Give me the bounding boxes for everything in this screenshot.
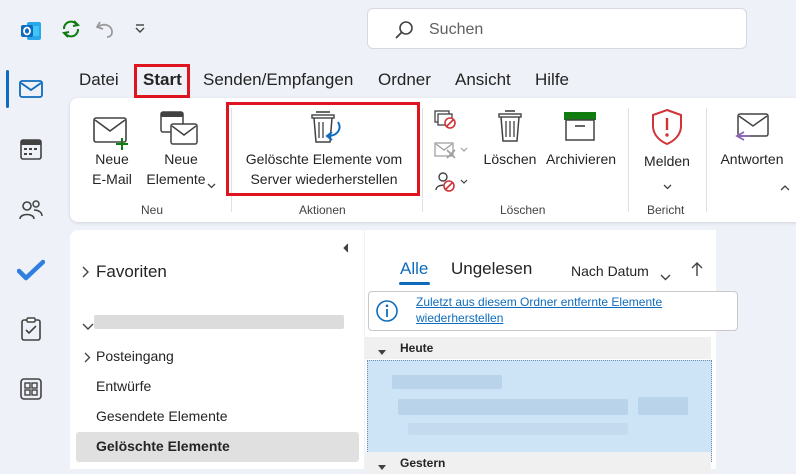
- archive-label: Archivieren: [545, 151, 617, 167]
- tab-senden-empfangen[interactable]: Senden/Empfangen: [203, 70, 353, 90]
- undo-icon[interactable]: [92, 16, 118, 42]
- tasks-clipboard-icon[interactable]: [14, 312, 48, 346]
- junk-icon[interactable]: [433, 170, 469, 197]
- chevron-down-icon: [377, 345, 387, 359]
- chevron-down-icon: [660, 268, 671, 286]
- favorites-label: Favoriten: [96, 262, 167, 281]
- selected-message-item[interactable]: [367, 360, 712, 462]
- reply-button[interactable]: Antworten: [714, 108, 790, 172]
- apps-icon[interactable]: [14, 372, 48, 406]
- folder-label: Gelöschte Elemente: [96, 438, 230, 454]
- folder-label: Posteingang: [96, 348, 174, 364]
- folder-item-entwuerfe[interactable]: Entwürfe: [96, 378, 151, 394]
- customize-qat-icon[interactable]: [127, 16, 153, 42]
- mail-icon[interactable]: [14, 72, 48, 106]
- filter-unread-tab[interactable]: Ungelesen: [451, 259, 532, 279]
- chevron-down-icon: [207, 176, 216, 194]
- new-items-label-1: Neue: [164, 151, 198, 167]
- todo-icon[interactable]: [14, 253, 48, 287]
- subject-redacted: [398, 399, 628, 415]
- report-button[interactable]: Melden: [636, 108, 698, 190]
- group-label-new: Neu: [141, 203, 164, 217]
- delete-button[interactable]: Löschen: [482, 108, 538, 172]
- trash-icon: [496, 108, 524, 149]
- tab-ordner[interactable]: Ordner: [378, 70, 431, 90]
- sort-direction-arrow-icon[interactable]: [691, 261, 703, 282]
- chevron-down-icon: [82, 318, 94, 336]
- chevron-down-icon: [663, 177, 672, 195]
- sender-redacted: [392, 375, 502, 389]
- folder-item-gesendete-elemente[interactable]: Gesendete Elemente: [96, 408, 228, 424]
- folder-item-geloeschte-elemente[interactable]: Gelöschte Elemente: [76, 432, 359, 462]
- archive-button[interactable]: Archivieren: [542, 108, 620, 172]
- ignore-icon[interactable]: [433, 108, 459, 135]
- chevron-right-icon: [84, 350, 91, 368]
- new-items-label-2: Elemente: [146, 171, 206, 187]
- collapse-pane-icon[interactable]: [342, 240, 350, 258]
- favorites-header[interactable]: Favoriten: [80, 260, 280, 284]
- sync-icon[interactable]: [58, 16, 84, 42]
- highlight-start-tab: [134, 64, 190, 98]
- separator: [706, 108, 707, 212]
- tab-datei[interactable]: Datei: [79, 70, 119, 90]
- reply-icon: [734, 110, 772, 149]
- new-email-label-2: E-Mail: [92, 171, 132, 187]
- group-label-report: Bericht: [647, 203, 685, 217]
- separator: [628, 108, 629, 212]
- search-box[interactable]: Suchen: [367, 8, 747, 49]
- new-items-button[interactable]: Neue Elemente: [143, 108, 219, 193]
- preview-redacted: [408, 423, 628, 435]
- account-name-redacted: [94, 315, 344, 329]
- account-header[interactable]: [80, 312, 350, 334]
- people-icon[interactable]: [14, 193, 48, 227]
- rail-active-indicator: [6, 70, 9, 108]
- info-icon: [375, 299, 399, 328]
- highlight-restore-button: [226, 102, 420, 196]
- delete-label: Löschen: [483, 151, 537, 167]
- sort-label: Nach Datum: [571, 263, 649, 279]
- tab-hilfe[interactable]: Hilfe: [535, 70, 569, 90]
- cleanup-icon[interactable]: [433, 140, 469, 165]
- group-label: Gestern: [400, 456, 446, 470]
- new-email-label-1: Neue: [95, 151, 129, 167]
- active-filter-underline: [399, 282, 430, 285]
- separator: [422, 108, 423, 212]
- search-placeholder: Suchen: [429, 21, 484, 38]
- group-label-delete: Löschen: [500, 203, 546, 217]
- archive-icon: [562, 110, 598, 147]
- date-redacted: [638, 397, 688, 415]
- group-label: Heute: [400, 341, 434, 355]
- group-header-today[interactable]: Heute: [365, 337, 711, 359]
- chevron-right-icon: [82, 265, 90, 283]
- chevron-up-icon[interactable]: [780, 178, 790, 196]
- outlook-logo-icon: [14, 14, 48, 48]
- reply-label: Antworten: [720, 151, 784, 167]
- app-rail: [0, 0, 62, 469]
- chevron-down-icon: [377, 460, 387, 474]
- filter-all-tab[interactable]: Alle: [400, 259, 428, 279]
- search-icon: [394, 20, 414, 45]
- shield-warning-icon: [650, 108, 684, 151]
- group-header-yesterday[interactable]: Gestern: [365, 452, 711, 474]
- calendar-icon[interactable]: [14, 132, 48, 166]
- new-email-button[interactable]: Neue E-Mail: [82, 108, 142, 193]
- group-label-actions: Aktionen: [299, 203, 346, 217]
- sort-by-date-dropdown[interactable]: Nach Datum: [571, 262, 681, 282]
- tab-ansicht[interactable]: Ansicht: [455, 70, 511, 90]
- reading-pane: [716, 230, 796, 469]
- folder-item-posteingang[interactable]: Posteingang: [80, 345, 350, 367]
- report-label: Melden: [644, 153, 690, 169]
- restore-recent-items-link[interactable]: Zuletzt aus diesem Ordner entfernte Elem…: [416, 294, 716, 326]
